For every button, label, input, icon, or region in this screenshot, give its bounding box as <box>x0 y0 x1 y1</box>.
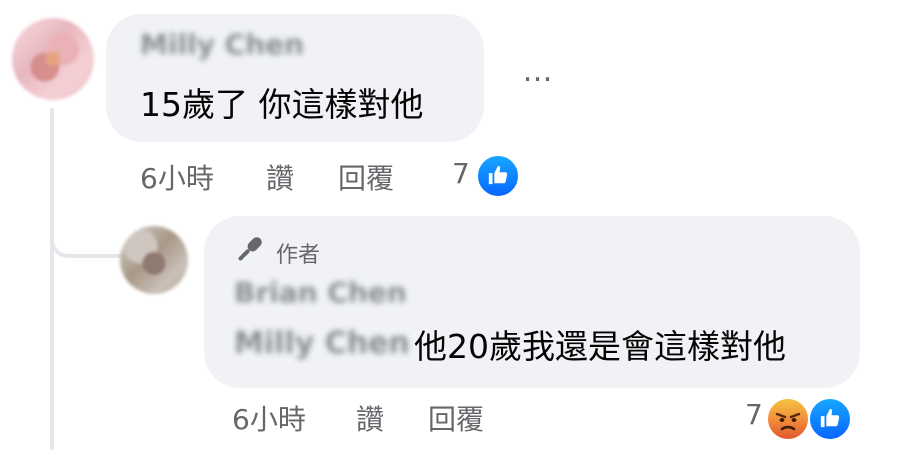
like-icon[interactable] <box>808 397 852 441</box>
reply-author-name[interactable]: Brian Chen <box>234 276 407 309</box>
comment-timestamp[interactable]: 6小時 <box>140 157 214 197</box>
like-action-button[interactable]: 讚 <box>266 157 294 197</box>
reaction-count[interactable]: 7 <box>452 157 470 190</box>
reply-connector <box>50 200 122 258</box>
reply-timestamp[interactable]: 6小時 <box>232 398 306 438</box>
comment-text: 15歲了 你這樣對他 <box>140 85 424 124</box>
angry-icon[interactable] <box>766 397 810 441</box>
microphone-icon <box>238 237 262 261</box>
avatar[interactable] <box>120 226 188 294</box>
like-icon[interactable] <box>476 154 520 198</box>
reaction-count[interactable]: 7 <box>745 398 763 431</box>
reply-action-button[interactable]: 回覆 <box>338 157 394 197</box>
comment-actions: 6小時 讚 回覆 7 <box>0 157 900 197</box>
author-badge-label: 作者 <box>276 243 321 268</box>
reply-actions: 6小時 讚 回覆 7 <box>0 398 900 438</box>
more-options-button[interactable]: … <box>516 57 560 92</box>
reply-action-button[interactable]: 回覆 <box>428 398 484 438</box>
reply-text: 他20歲我還是會這樣對他 <box>414 327 786 366</box>
comment-author-name[interactable]: Milly Chen <box>140 28 304 61</box>
mention-tag[interactable]: Milly Chen <box>234 326 410 361</box>
like-action-button[interactable]: 讚 <box>356 398 384 438</box>
avatar[interactable] <box>12 18 94 100</box>
